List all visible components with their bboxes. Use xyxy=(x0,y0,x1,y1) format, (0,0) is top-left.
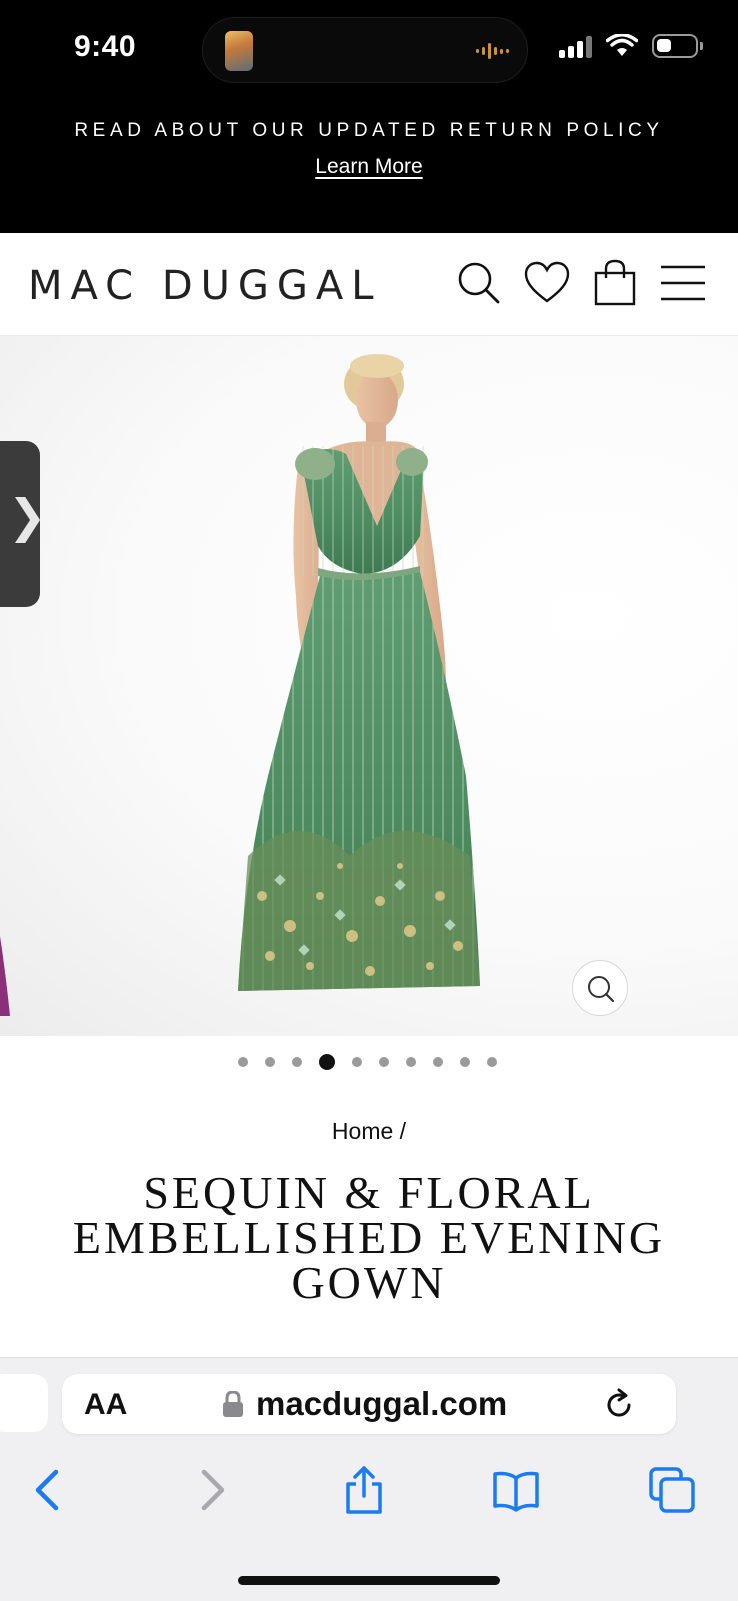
browser-toolbar: AA macduggal.com xyxy=(0,1357,738,1601)
site-header: MAC DUGGAL xyxy=(0,233,738,336)
forward-icon[interactable] xyxy=(186,1466,234,1514)
zoom-button[interactable] xyxy=(572,960,628,1016)
dynamic-island[interactable] xyxy=(202,17,528,83)
chevron-right-icon: ❯ xyxy=(8,490,47,542)
now-playing-thumbnail xyxy=(225,31,253,71)
slide-pagination xyxy=(238,1054,514,1070)
pagination-dot-active[interactable] xyxy=(319,1054,335,1070)
cellular-signal-icon xyxy=(559,34,592,58)
address-bar[interactable]: AA macduggal.com xyxy=(62,1374,676,1434)
reload-icon[interactable] xyxy=(602,1387,638,1423)
zoom-icon xyxy=(588,976,615,1003)
audio-wave-icon xyxy=(476,42,509,60)
pagination-dot[interactable] xyxy=(460,1057,470,1067)
pagination-dot[interactable] xyxy=(292,1057,302,1067)
share-icon[interactable] xyxy=(340,1466,388,1514)
heart-icon[interactable] xyxy=(522,258,572,308)
lock-icon xyxy=(223,1391,243,1417)
breadcrumb[interactable]: Home / xyxy=(0,1118,738,1145)
url-text[interactable]: macduggal.com xyxy=(256,1385,507,1423)
status-icons xyxy=(559,34,703,58)
tabs-icon[interactable] xyxy=(648,1466,696,1514)
wifi-icon xyxy=(606,34,638,56)
shopping-bag-icon[interactable] xyxy=(590,258,640,308)
pagination-dot[interactable] xyxy=(433,1057,443,1067)
pagination-dot[interactable] xyxy=(265,1057,275,1067)
announcement-text: READ ABOUT OUR UPDATED RETURN POLICY xyxy=(74,120,664,141)
text-size-button[interactable]: AA xyxy=(84,1388,127,1422)
back-icon[interactable] xyxy=(26,1466,74,1514)
home-indicator[interactable] xyxy=(238,1576,500,1585)
product-image xyxy=(0,354,480,1016)
pagination-dot[interactable] xyxy=(352,1057,362,1067)
brand-logo[interactable]: MAC DUGGAL xyxy=(28,263,382,309)
product-image-gallery[interactable] xyxy=(0,336,738,1036)
pagination-dot[interactable] xyxy=(406,1057,416,1067)
previous-tab-peek[interactable] xyxy=(0,1374,48,1432)
search-icon[interactable] xyxy=(454,258,504,308)
battery-icon xyxy=(652,34,703,58)
pagination-dot[interactable] xyxy=(238,1057,248,1067)
pagination-dot[interactable] xyxy=(487,1057,497,1067)
bookmarks-icon[interactable] xyxy=(492,1466,540,1514)
status-time: 9:40 xyxy=(74,30,137,63)
menu-icon[interactable] xyxy=(658,258,708,308)
side-tab-handle[interactable]: ❯ xyxy=(0,441,47,607)
learn-more-link[interactable]: Learn More xyxy=(0,155,738,179)
product-title: SEQUIN & FLORAL EMBELLISHED EVENING GOWN xyxy=(72,1167,666,1308)
pagination-dot[interactable] xyxy=(379,1057,389,1067)
